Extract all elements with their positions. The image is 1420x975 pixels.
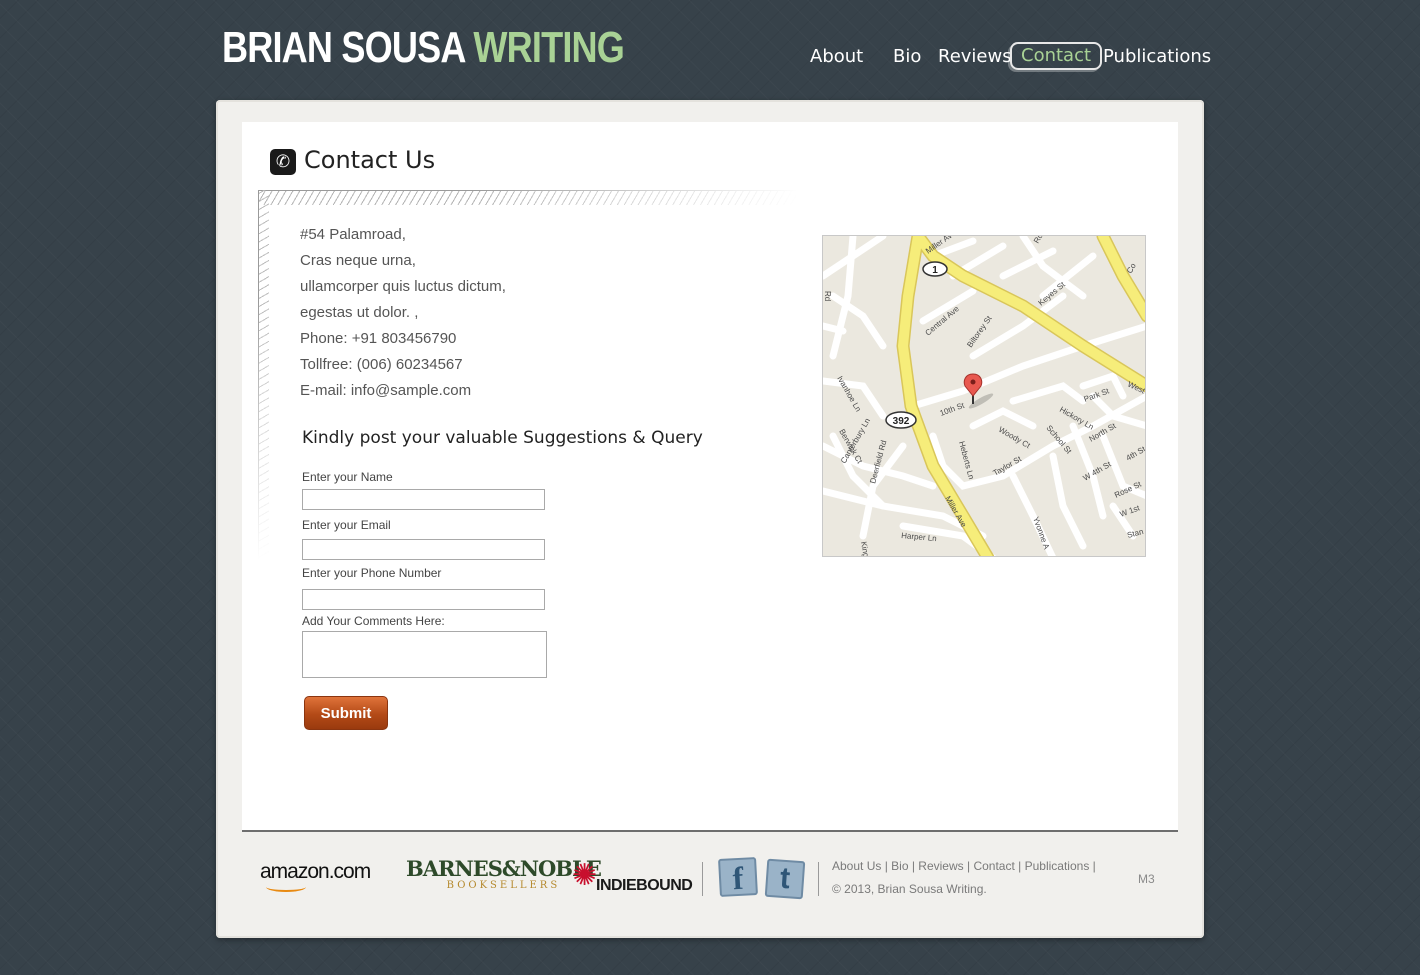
nav-publications[interactable]: Publications — [1103, 44, 1211, 70]
site-logo[interactable]: BRIAN SOUSA WRITING — [222, 23, 625, 72]
logo-brian-sousa: BRIAN SOUSA — [222, 23, 465, 72]
indiebound-logo[interactable]: ✺ INDIEBOUND — [570, 858, 693, 898]
amazon-logo[interactable]: amazon.com — [260, 860, 371, 892]
form-title: Kindly post your valuable Suggestions & … — [302, 428, 703, 448]
indiebound-text: INDIEBOUND — [596, 877, 693, 894]
twitter-icon[interactable]: t — [764, 858, 806, 900]
tollfree-line: Tollfree: (006) 60234567 — [300, 356, 463, 373]
email-line: E-mail: info@sample.com — [300, 382, 472, 399]
route-1-shield: 1 — [922, 261, 948, 277]
comments-label: Add Your Comments Here: — [302, 614, 445, 628]
contact-address: #54 Palamroad, Cras neque urna, ullamcor… — [300, 222, 506, 404]
copyright-text: © 2013, Brian Sousa Writing. — [832, 882, 987, 896]
footer-link-publications[interactable]: Publications — [1025, 859, 1090, 873]
footer-link-contact[interactable]: Contact — [973, 859, 1014, 873]
footer-links: About Us | Bio | Reviews | Contact | Pub… — [832, 859, 1096, 873]
address-line-2: Cras neque urna, — [300, 252, 416, 269]
page-title: Contact Us — [304, 146, 436, 174]
address-line-3: ullamcorper quis luctus dictum, — [300, 278, 506, 295]
footer-separator — [702, 862, 703, 896]
footer-separator — [818, 862, 819, 896]
phone-label: Enter your Phone Number — [302, 566, 442, 580]
phone-icon: ✆ — [270, 149, 296, 175]
name-label: Enter your Name — [302, 470, 393, 484]
logo-writing: WRITING — [473, 23, 625, 72]
phone-input[interactable] — [302, 589, 545, 610]
phone-line: Phone: +91 803456790 — [300, 330, 457, 347]
footer-link-about[interactable]: About Us — [832, 859, 881, 873]
email-input[interactable] — [302, 539, 545, 560]
route-1-label: 1 — [932, 265, 938, 276]
footer-link-bio[interactable]: Bio — [891, 859, 908, 873]
amazon-smile-icon — [266, 882, 306, 892]
submit-button[interactable]: Submit — [304, 696, 388, 730]
name-input[interactable] — [302, 489, 545, 510]
route-392-label: 392 — [893, 416, 910, 427]
comments-textarea[interactable] — [302, 631, 547, 678]
nav-about[interactable]: About — [810, 44, 863, 70]
indiebound-mark-icon: ✺ — [572, 859, 598, 892]
main-nav: About Bio Reviews Contact Publications — [800, 42, 1211, 72]
address-line-1: #54 Palamroad, — [300, 226, 406, 243]
nav-contact[interactable]: Contact — [1010, 42, 1103, 70]
sketch-border-top — [258, 190, 798, 205]
street-label: Rd — [823, 291, 832, 301]
footer-code: M3 — [1138, 872, 1155, 886]
route-392-shield: 392 — [885, 411, 917, 429]
location-map[interactable]: 1 392 Miller Ave Central Ave Biltorey St… — [822, 235, 1146, 557]
nav-reviews[interactable]: Reviews — [938, 44, 1012, 70]
email-label: Enter your Email — [302, 518, 391, 532]
facebook-icon[interactable]: f — [718, 857, 758, 897]
address-line-4: egestas ut dolor. , — [300, 304, 419, 321]
nav-bio[interactable]: Bio — [893, 44, 921, 70]
footer-divider — [242, 830, 1178, 832]
footer-link-reviews[interactable]: Reviews — [918, 859, 963, 873]
sketch-border-left — [258, 190, 269, 560]
amazon-text: amazon.com — [260, 860, 371, 883]
